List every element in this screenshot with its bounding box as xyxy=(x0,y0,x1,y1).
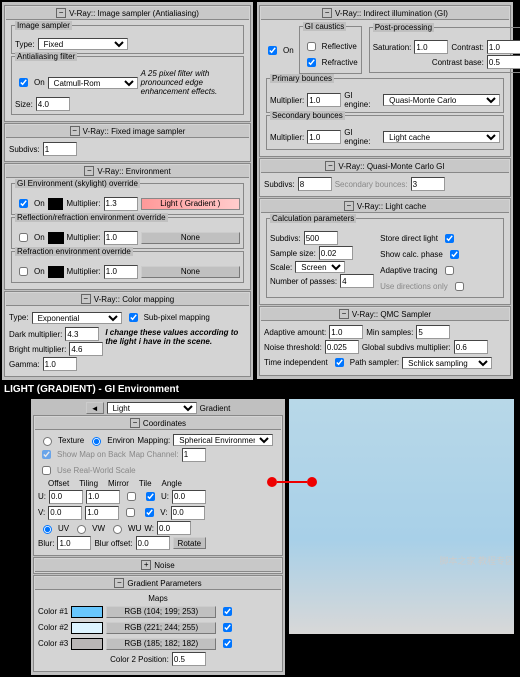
primary-engine[interactable]: Quasi-Monte Carlo xyxy=(383,94,500,106)
env-mult[interactable] xyxy=(104,197,138,211)
aa-on[interactable] xyxy=(19,78,28,87)
color1-swatch[interactable] xyxy=(71,606,103,618)
nav-prev[interactable]: ◄ xyxy=(86,402,104,414)
dark-mult[interactable] xyxy=(65,327,99,341)
color3-swatch[interactable] xyxy=(71,638,103,650)
gi-on[interactable] xyxy=(268,46,277,55)
subpx-cb[interactable] xyxy=(129,313,138,322)
rollout-header: −V-Ray:: Image sampler (Antialiasing) xyxy=(6,7,249,20)
secondary-engine[interactable]: Light cache xyxy=(383,131,500,143)
size-input[interactable] xyxy=(36,97,70,111)
rotate-btn[interactable]: Rotate xyxy=(173,537,207,549)
gi-env-on[interactable] xyxy=(19,199,28,208)
cmap-type[interactable]: Exponential xyxy=(32,312,122,324)
section-title: LIGHT (GRADIENT) - GI Environment xyxy=(0,382,520,397)
type-select[interactable]: Fixed xyxy=(38,38,128,50)
gamma[interactable] xyxy=(43,357,77,371)
filter-select[interactable]: Catmull-Rom xyxy=(48,77,138,89)
bright-mult[interactable] xyxy=(69,342,103,356)
subdivs-input[interactable] xyxy=(43,142,77,156)
color2-swatch[interactable] xyxy=(71,622,103,634)
slot-name[interactable]: Light xyxy=(107,402,197,414)
watermark: 脚本之家 教程专区 xyxy=(439,554,514,567)
map-button[interactable]: Light ( Gradient ) xyxy=(141,198,240,210)
color-swatch[interactable] xyxy=(48,198,64,210)
refl-on[interactable] xyxy=(19,233,28,242)
none-btn[interactable]: None xyxy=(141,232,240,244)
render-preview xyxy=(289,399,514,634)
